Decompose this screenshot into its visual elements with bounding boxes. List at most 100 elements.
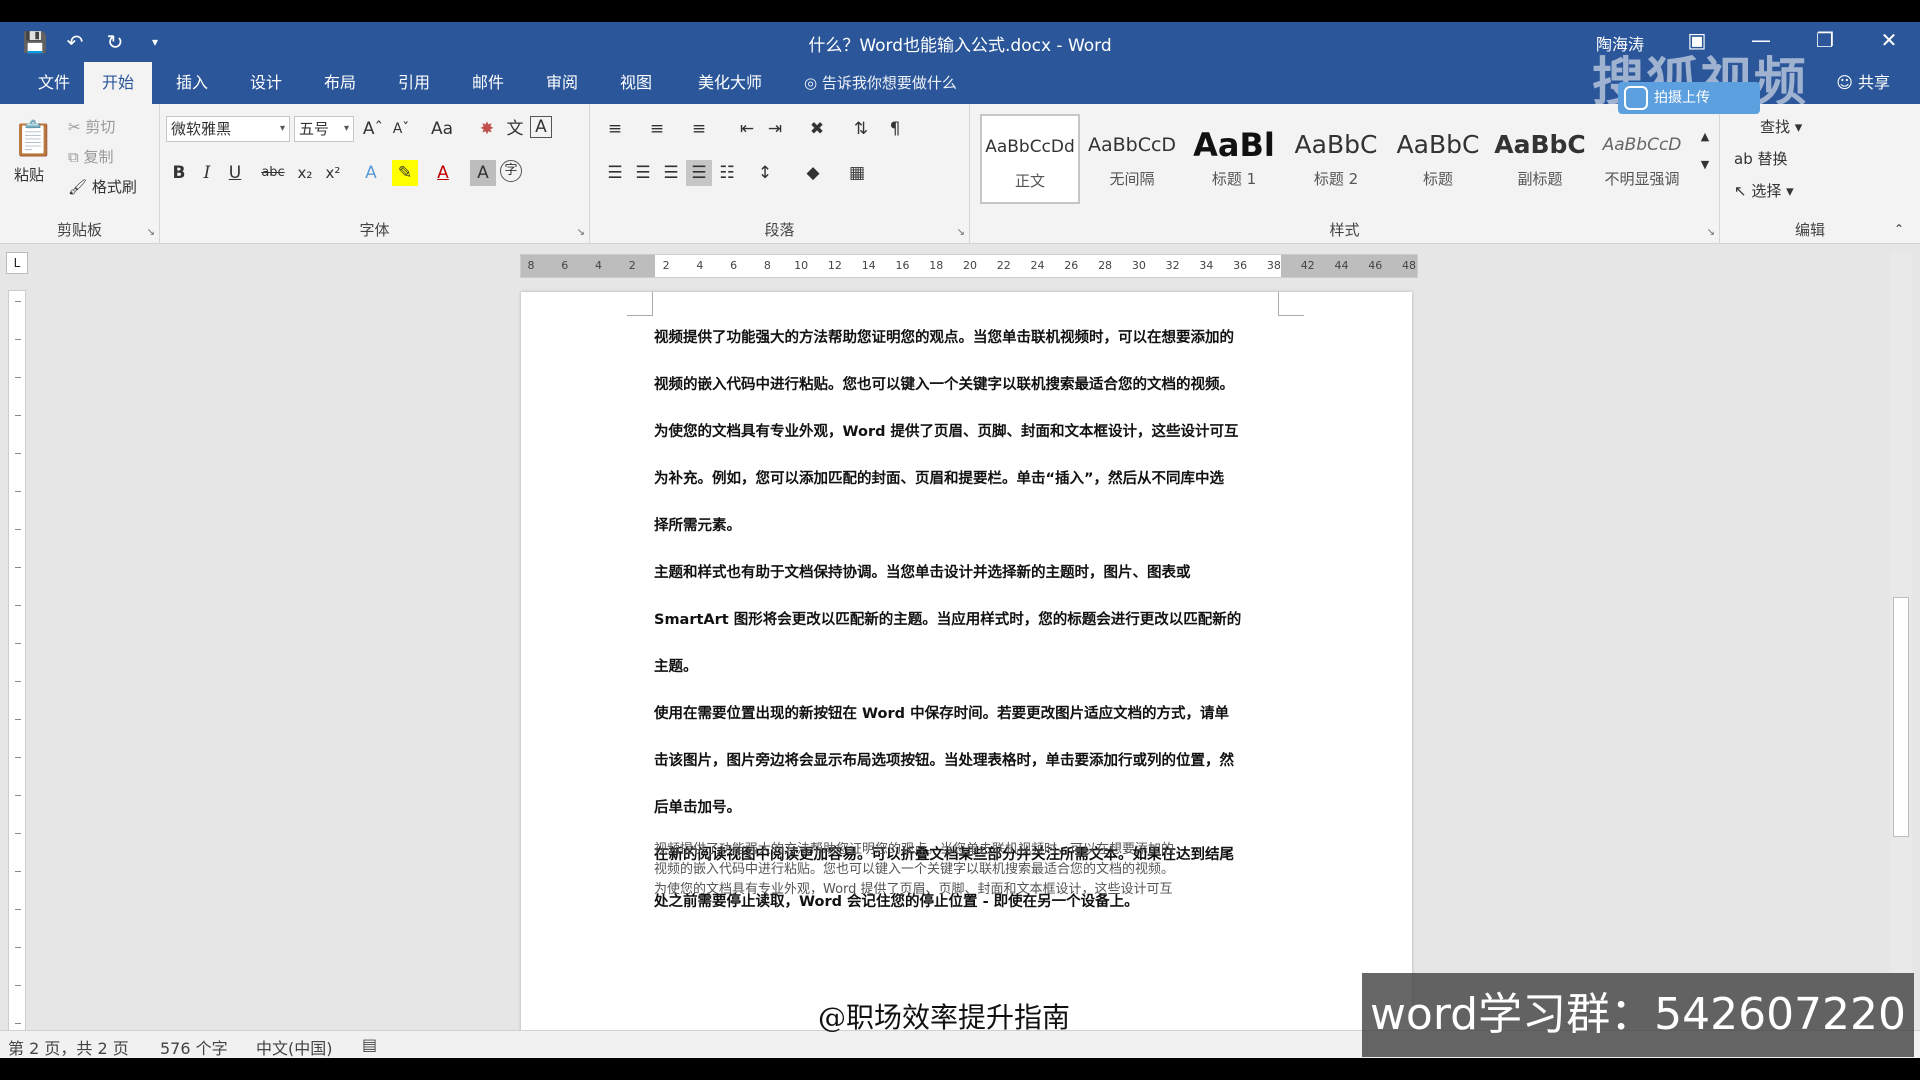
copy-label: 复制	[83, 148, 114, 166]
distributed-icon[interactable]: ☷	[714, 160, 740, 186]
underline-button[interactable]: U	[222, 160, 248, 186]
tab-references[interactable]: 引用	[380, 62, 448, 104]
chinese-layout-icon[interactable]: ✖	[804, 116, 830, 142]
select-button[interactable]: ↖ 选择 ▾	[1734, 180, 1794, 201]
tab-view[interactable]: 视图	[602, 62, 670, 104]
document-line[interactable]: 主题。	[654, 657, 1278, 704]
borders-icon[interactable]: ▦	[844, 160, 870, 186]
style-heading-2[interactable]: AaBbC 标题 2	[1286, 114, 1386, 204]
document-page[interactable]: 视频提供了功能强大的方法帮助您证明您的观点。当您单击联机视频时，可以在想要添加的…	[521, 292, 1412, 1058]
scrollbar-thumb[interactable]	[1893, 597, 1909, 837]
paste-icon[interactable]: 📋	[12, 118, 54, 160]
tab-design[interactable]: 设计	[232, 62, 300, 104]
horizontal-ruler[interactable]: 8 6 4 2 2 4 6 8 10 12 14 16 18 20 22 24 26 28 30 32 34 36 38 42…	[520, 254, 1418, 278]
find-button[interactable]: 查找 ▾	[1760, 116, 1802, 137]
document-line[interactable]: 使用在需要位置出现的新按钮在 Word 中保存时间。若要更改图片适应文档的方式，…	[654, 704, 1278, 751]
paragraph-launcher-icon[interactable]: ↘	[957, 227, 965, 238]
tab-selector[interactable]: L	[6, 252, 28, 274]
ruler-mark	[15, 833, 21, 834]
ruler-tick-label: 4	[696, 259, 704, 272]
clipboard-launcher-icon[interactable]: ↘	[147, 227, 155, 238]
change-case-button[interactable]: Aa	[422, 116, 462, 142]
copy-button[interactable]: ⧉ 复制	[68, 146, 114, 167]
tab-mailings[interactable]: 邮件	[454, 62, 522, 104]
tab-file[interactable]: 文件	[20, 62, 88, 104]
font-color-icon[interactable]: A	[430, 160, 456, 186]
document-line[interactable]: 主题和样式也有助于文档保持协调。当您单击设计并选择新的主题时，图片、图表或	[654, 563, 1278, 610]
style-subtitle[interactable]: AaBbC 副标题	[1490, 114, 1590, 204]
show-marks-icon[interactable]: ¶	[882, 116, 908, 142]
document-line[interactable]: 择所需元素。	[654, 516, 1278, 563]
gallery-scroll-up-icon[interactable]: ▲	[1692, 124, 1718, 150]
align-left-icon[interactable]: ☰	[602, 160, 628, 186]
macro-icon[interactable]: ▤	[362, 1035, 377, 1054]
numbering-icon[interactable]: ≡	[644, 116, 670, 142]
restore-icon[interactable]: ❐	[1812, 28, 1838, 52]
superscript-button[interactable]: x²	[320, 160, 346, 186]
upload-button[interactable]: 拍摄上传	[1618, 82, 1760, 114]
font-launcher-icon[interactable]: ↘	[577, 227, 585, 238]
font-size-dropdown[interactable]: 五号 ▾	[294, 116, 354, 142]
video-caption: @职场效率提升指南	[818, 1001, 1071, 1034]
format-painter-button[interactable]: 🖌 格式刷	[68, 176, 137, 197]
tab-review[interactable]: 审阅	[528, 62, 596, 104]
collapse-ribbon-icon[interactable]: ⌃	[1886, 216, 1912, 242]
tab-home[interactable]: 开始	[84, 62, 153, 104]
ruler-tick-label: 20	[963, 259, 977, 272]
language[interactable]: 中文(中国)	[256, 1035, 333, 1058]
clipboard-group: 📋 粘贴 ✂ 剪切 ⧉ 复制 🖌 格式刷 剪贴板 ↘	[0, 104, 160, 244]
increase-indent-icon[interactable]: ⇥	[762, 116, 788, 142]
cut-button[interactable]: ✂ 剪切	[68, 116, 115, 137]
decrease-indent-icon[interactable]: ⇤	[734, 116, 760, 142]
style-subtle-emphasis[interactable]: AaBbCcD 不明显强调	[1592, 114, 1692, 204]
italic-button[interactable]: I	[194, 160, 220, 186]
ruler-tick-label: 4	[595, 259, 603, 272]
document-line[interactable]: 视频的嵌入代码中进行粘贴。您也可以键入一个关键字以联机搜索最适合您的文档的视频。	[654, 375, 1278, 422]
gallery-more-icon[interactable]: ▼	[1692, 152, 1718, 178]
align-center-icon[interactable]: ☰	[630, 160, 656, 186]
style-title[interactable]: AaBbC 标题	[1388, 114, 1488, 204]
document-line[interactable]: SmartArt 图形将会更改以匹配新的主题。当应用样式时，您的标题会进行更改以…	[654, 610, 1278, 657]
grow-font-icon[interactable]: Aˆ	[360, 116, 386, 142]
document-line[interactable]: 后单击加号。	[654, 798, 1278, 845]
font-name-dropdown[interactable]: 微软雅黑 ▾	[166, 116, 290, 142]
style-normal[interactable]: AaBbCcDd 正文	[980, 114, 1080, 204]
styles-launcher-icon[interactable]: ↘	[1707, 227, 1715, 238]
paste-button[interactable]: 粘贴	[14, 164, 44, 185]
align-right-icon[interactable]: ☰	[658, 160, 684, 186]
strikethrough-button[interactable]: abc	[256, 160, 290, 186]
tab-insert[interactable]: 插入	[158, 62, 226, 104]
subscript-button[interactable]: x₂	[292, 160, 318, 186]
tab-layout[interactable]: 布局	[306, 62, 374, 104]
character-border-icon[interactable]: A	[530, 116, 552, 138]
sort-icon[interactable]: ⇅	[848, 116, 874, 142]
phonetic-guide-icon[interactable]: 文	[502, 116, 528, 142]
document-line[interactable]: 视频提供了功能强大的方法帮助您证明您的观点。当您单击联机视频时，可以在想要添加的	[654, 328, 1278, 375]
multilevel-list-icon[interactable]: ≡	[686, 116, 712, 142]
vertical-ruler[interactable]	[8, 290, 26, 1050]
page-count[interactable]: 第 2 页，共 2 页	[8, 1035, 129, 1058]
character-shading-icon[interactable]: A	[470, 160, 496, 186]
bullets-icon[interactable]: ≡	[602, 116, 628, 142]
style-no-spacing[interactable]: AaBbCcD 无间隔	[1082, 114, 1182, 204]
tab-beautify-master[interactable]: 美化大师	[680, 62, 780, 104]
document-line[interactable]: 击该图片，图片旁边将会显示布局选项按钮。当处理表格时，单击要添加行或列的位置，然	[654, 751, 1278, 798]
share-button[interactable]: ☺ 共享	[1836, 62, 1890, 104]
line-spacing-icon[interactable]: ↕	[752, 160, 778, 186]
highlight-icon[interactable]: ✎	[392, 160, 418, 186]
shrink-font-icon[interactable]: Aˇ	[388, 116, 414, 142]
replace-button[interactable]: ab 替换	[1734, 148, 1788, 169]
document-line[interactable]: 为补充。例如，您可以添加匹配的封面、页眉和提要栏。单击“插入”，然后从不同库中选	[654, 469, 1278, 516]
clear-formatting-icon[interactable]: ✸	[474, 116, 500, 142]
enclose-characters-icon[interactable]: 字	[500, 160, 522, 182]
shading-icon[interactable]: ◆	[800, 160, 826, 186]
bold-button[interactable]: B	[166, 160, 192, 186]
vertical-scrollbar[interactable]	[1890, 252, 1912, 1042]
close-icon[interactable]: ✕	[1876, 28, 1902, 52]
word-count[interactable]: 576 个字	[160, 1035, 228, 1058]
text-effects-icon[interactable]: A	[358, 160, 384, 186]
document-line[interactable]: 为使您的文档具有专业外观，Word 提供了页眉、页脚、封面和文本框设计，这些设计…	[654, 422, 1278, 469]
justify-icon[interactable]: ☰	[686, 160, 712, 186]
tell-me-box[interactable]: ◎ 告诉我你想要做什么	[804, 62, 957, 104]
style-heading-1[interactable]: AaBl 标题 1	[1184, 114, 1284, 204]
